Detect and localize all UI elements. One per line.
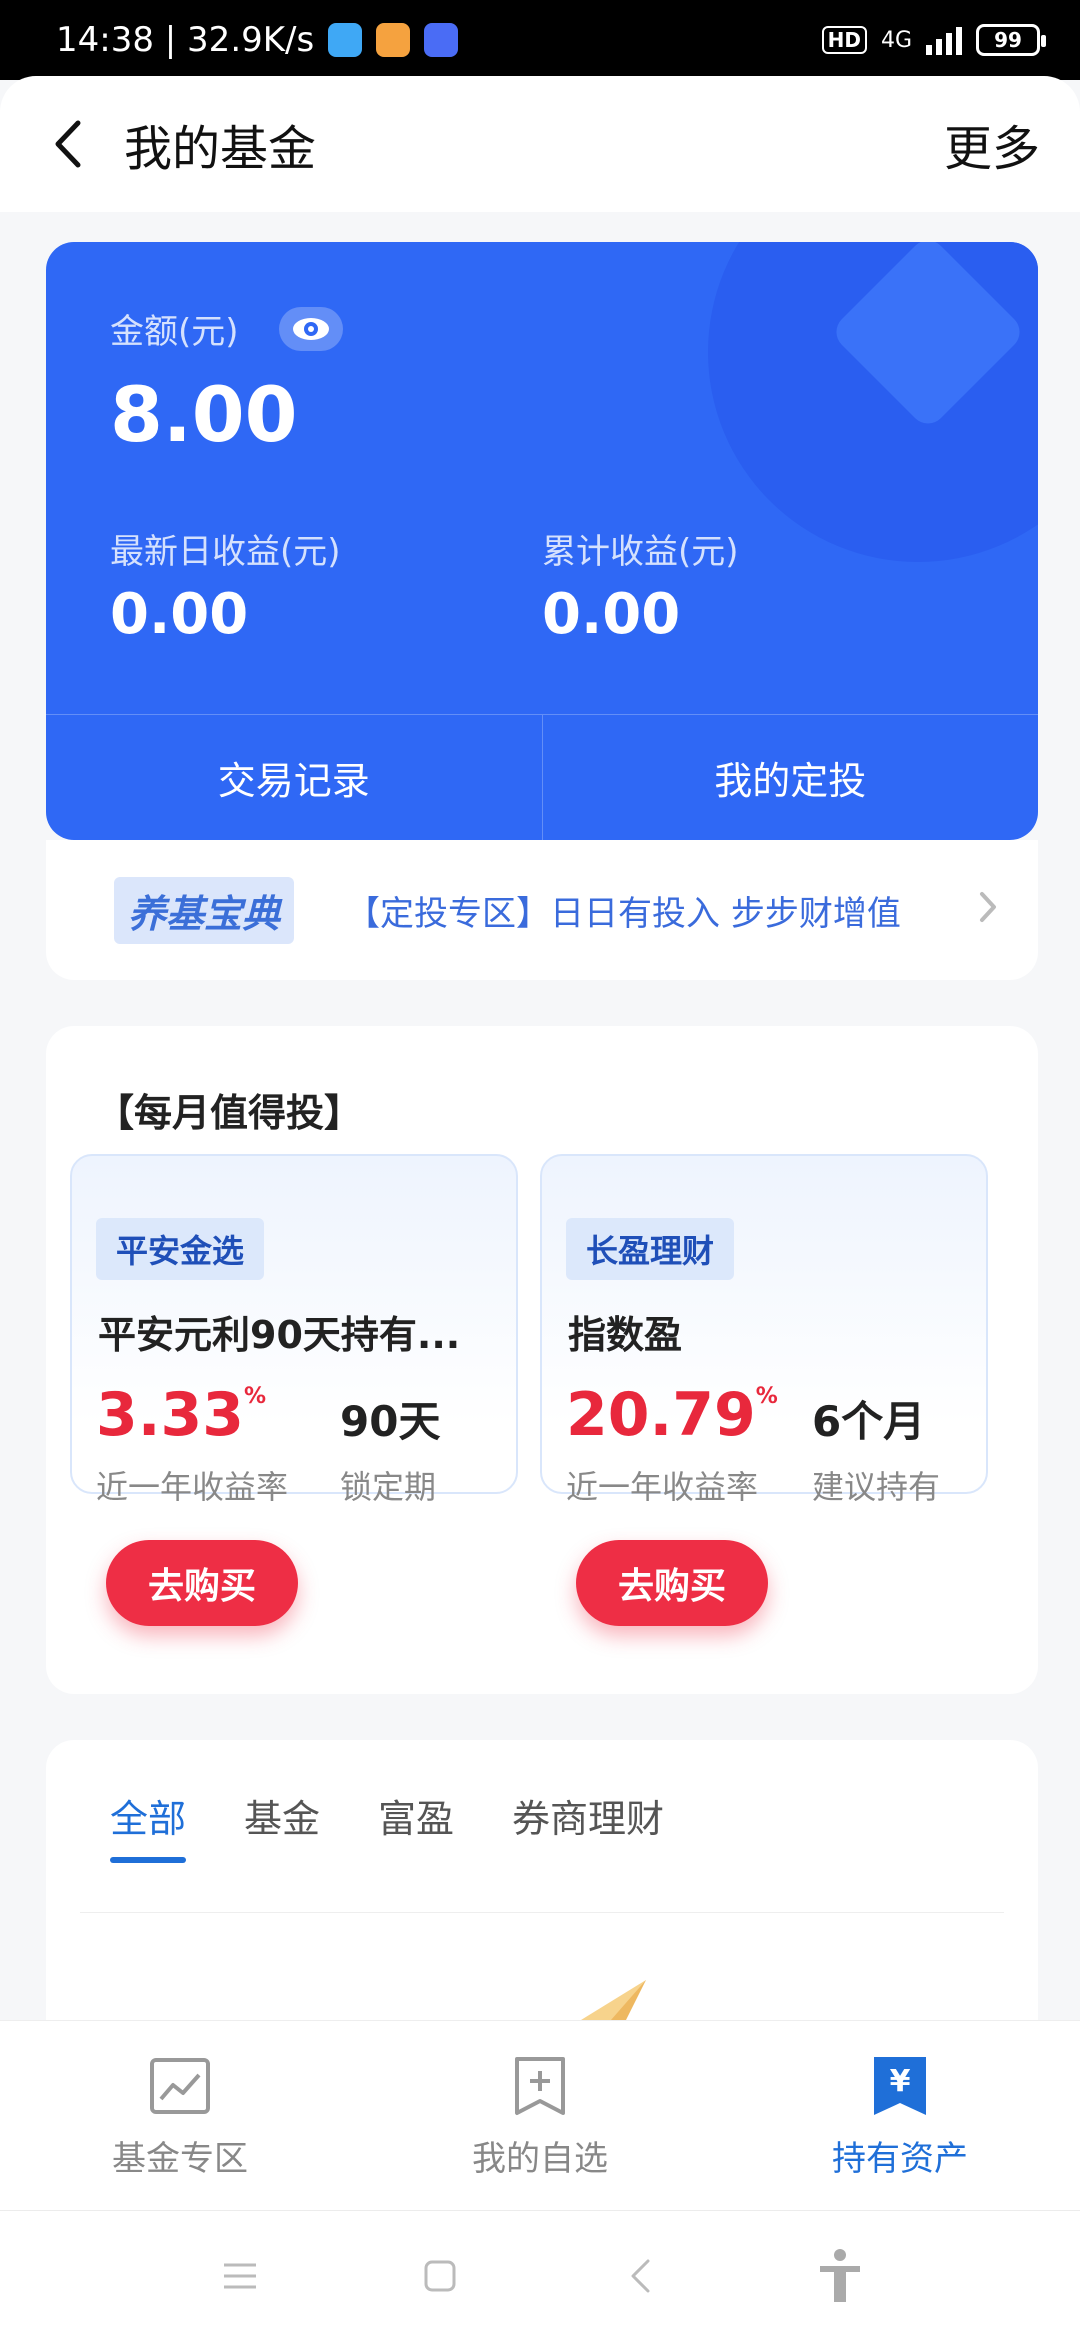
promo-badge: 养基宝典 [114,876,295,944]
product-term: 90天 [340,1397,441,1446]
product-name: 指数盈 [568,1313,683,1357]
term-label: 建议持有 [812,1468,941,1506]
rate-unit: % [244,1384,267,1409]
page-title: 我的基金 [124,121,317,177]
more-button[interactable]: 更多 [944,109,1040,179]
system-navigation-bar [0,2210,1080,2340]
buy-button[interactable]: 去购买 [106,1540,298,1626]
total-income-value: 0.00 [542,582,681,647]
battery-icon: 99 [976,24,1046,56]
product-name: 平安元利90天持有... [98,1313,461,1357]
amount-label-row: 金额(元) [110,304,343,353]
rate-value: 3.33 [96,1380,245,1450]
tab-fuying[interactable]: 富盈 [378,1788,454,1857]
top-app-bar: 我的基金 更多 [0,76,1080,212]
daily-income-value: 0.00 [110,582,249,647]
rate-unit: % [755,1384,778,1409]
product-rate: 20.79% [566,1380,778,1450]
asset-summary-card: 金额(元) 8.00 最新日收益(元) 0.00 累计收益(元) 0.00 交易… [46,242,1038,840]
nav-fund-zone[interactable]: 基金专区 [0,2021,360,2210]
video-app-icon [376,23,411,57]
amount-value: 8.00 [110,370,298,459]
signal-icon [926,25,962,55]
amount-label: 金额(元) [110,312,239,352]
divider [80,1912,1004,1913]
tab-all[interactable]: 全部 [110,1788,187,1863]
app-notification-icon [328,23,363,57]
term-label: 锁定期 [340,1468,437,1506]
section-title: 【每月值得投】 [96,1091,363,1135]
menu-icon[interactable] [210,2246,270,2306]
tab-fund[interactable]: 基金 [244,1788,320,1857]
bookmark-add-icon [509,2055,571,2117]
product-tag: 平安金选 [96,1218,265,1280]
nav-holdings[interactable]: ¥ 持有资产 [720,2021,1080,2210]
accessibility-icon[interactable] [810,2246,870,2306]
svg-text:¥: ¥ [890,2064,911,2099]
card-actions: 交易记录 我的定投 [46,714,1038,840]
rate-label: 近一年收益率 [96,1468,289,1506]
eye-icon[interactable] [278,306,343,351]
buy-button[interactable]: 去购买 [576,1540,768,1626]
status-time: 14:38 | 32.9K/s [56,20,315,60]
holdings-section: 全部 基金 富盈 券商理财 [46,1740,1038,2060]
bottom-navigation: 基金专区 我的自选 ¥ 持有资产 [0,2020,1080,2210]
chart-icon [149,2055,211,2117]
chat-app-icon [424,23,459,57]
product-tag: 长盈理财 [566,1218,735,1280]
transaction-records-button[interactable]: 交易记录 [46,715,542,840]
daily-income-label: 最新日收益(元) [110,532,341,572]
total-income-label: 累计收益(元) [542,532,739,572]
product-term: 6个月 [812,1397,926,1446]
network-type: 4G [880,27,912,53]
my-auto-invest-button[interactable]: 我的定投 [541,715,1039,840]
yen-bookmark-icon: ¥ [869,2055,931,2117]
nav-label: 我的自选 [472,2139,608,2179]
battery-level: 99 [994,28,1022,52]
monthly-picks-section: 【每月值得投】 平安金选 平安元利90天持有... 3.33% 90天 近一年收… [46,1026,1038,1694]
nav-my-watchlist[interactable]: 我的自选 [360,2021,720,2210]
tab-broker-wealth[interactable]: 券商理财 [512,1788,664,1857]
product-card[interactable]: 平安金选 平安元利90天持有... 3.33% 90天 近一年收益率 锁定期 [70,1154,518,1506]
chevron-right-icon [978,890,1002,930]
status-bar: 14:38 | 32.9K/s HD 4G 99 [0,0,1080,80]
home-icon[interactable] [410,2246,470,2306]
nav-label: 基金专区 [112,2139,248,2179]
rate-value: 20.79 [566,1380,756,1450]
promo-text: 【定投专区】日日有投入 步步财增值 [346,893,901,934]
product-card[interactable]: 长盈理财 指数盈 20.79% 6个月 近一年收益率 建议持有 [540,1154,988,1506]
product-rate: 3.33% [96,1380,266,1450]
back-arrow-icon[interactable] [52,114,92,174]
holdings-tabs: 全部 基金 富盈 券商理财 [110,1788,664,1863]
rate-label: 近一年收益率 [566,1468,759,1506]
hd-icon: HD [821,26,867,54]
back-icon[interactable] [610,2246,670,2306]
promo-banner[interactable]: 养基宝典 【定投专区】日日有投入 步步财增值 [46,840,1038,980]
nav-label: 持有资产 [832,2139,968,2179]
